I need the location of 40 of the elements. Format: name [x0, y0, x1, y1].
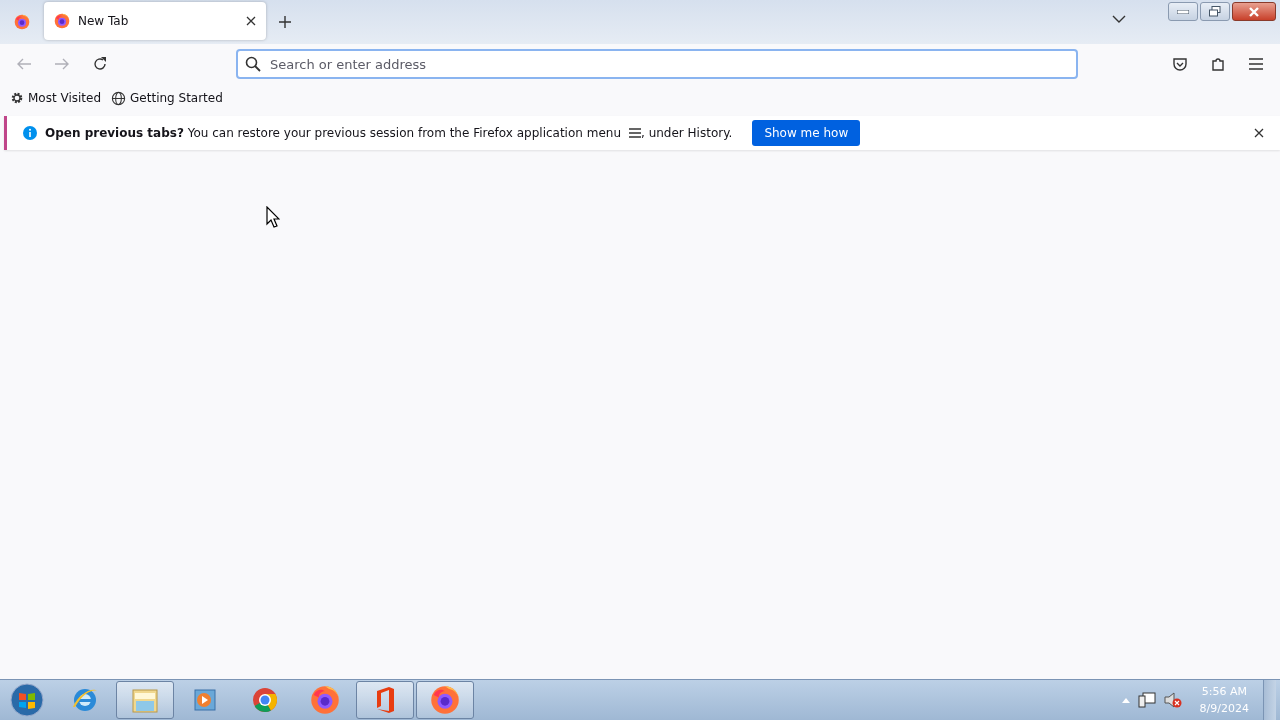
minimize-icon — [1177, 9, 1189, 14]
show-me-how-button[interactable]: Show me how — [752, 120, 861, 146]
info-icon — [23, 126, 37, 140]
close-window-button[interactable] — [1232, 2, 1276, 21]
pocket-icon — [1172, 56, 1188, 72]
gear-icon — [10, 91, 24, 105]
notification-message: Open previous tabs? You can restore your previous session from the Firefox application menu — [45, 126, 621, 140]
close-icon[interactable] — [246, 16, 256, 26]
globe-icon — [111, 90, 127, 106]
bookmark-item[interactable]: Getting Started — [111, 90, 223, 106]
notification-message: , under History. — [641, 126, 733, 140]
taskbar-button[interactable] — [416, 681, 474, 719]
chrome-icon — [250, 685, 280, 715]
search-icon — [245, 56, 261, 72]
firefox-icon — [430, 685, 460, 715]
reload-icon — [92, 56, 108, 72]
taskbar-button[interactable] — [356, 681, 414, 719]
muted-speaker-icon[interactable] — [1163, 692, 1182, 708]
browser-tab[interactable]: New Tab — [44, 2, 266, 40]
menu-icon — [1249, 58, 1263, 70]
firefox-icon — [310, 685, 340, 715]
restore-icon — [1209, 6, 1221, 17]
close-icon — [1248, 6, 1260, 17]
firefox-icon[interactable] — [14, 14, 30, 30]
puzzle-icon — [1210, 56, 1226, 72]
chevron-down-icon[interactable] — [1112, 14, 1126, 24]
restore-button[interactable] — [1200, 2, 1230, 21]
taskbar-button[interactable] — [116, 681, 174, 719]
clock-time: 5:56 AM — [1201, 684, 1247, 700]
close-button[interactable] — [1254, 128, 1264, 138]
media-player-icon — [192, 687, 218, 713]
firefox-icon — [54, 13, 70, 29]
network-icon[interactable] — [1137, 692, 1156, 708]
bookmark-item[interactable]: Most Visited — [10, 91, 102, 105]
back-arrow-icon — [16, 57, 32, 71]
address-field[interactable]: Search or enter address — [236, 49, 1078, 79]
clock-date: 8/9/2024 — [1199, 701, 1249, 717]
menu-icon — [629, 128, 641, 138]
forward-arrow-icon — [54, 57, 70, 71]
mouse-cursor-icon — [266, 206, 280, 228]
